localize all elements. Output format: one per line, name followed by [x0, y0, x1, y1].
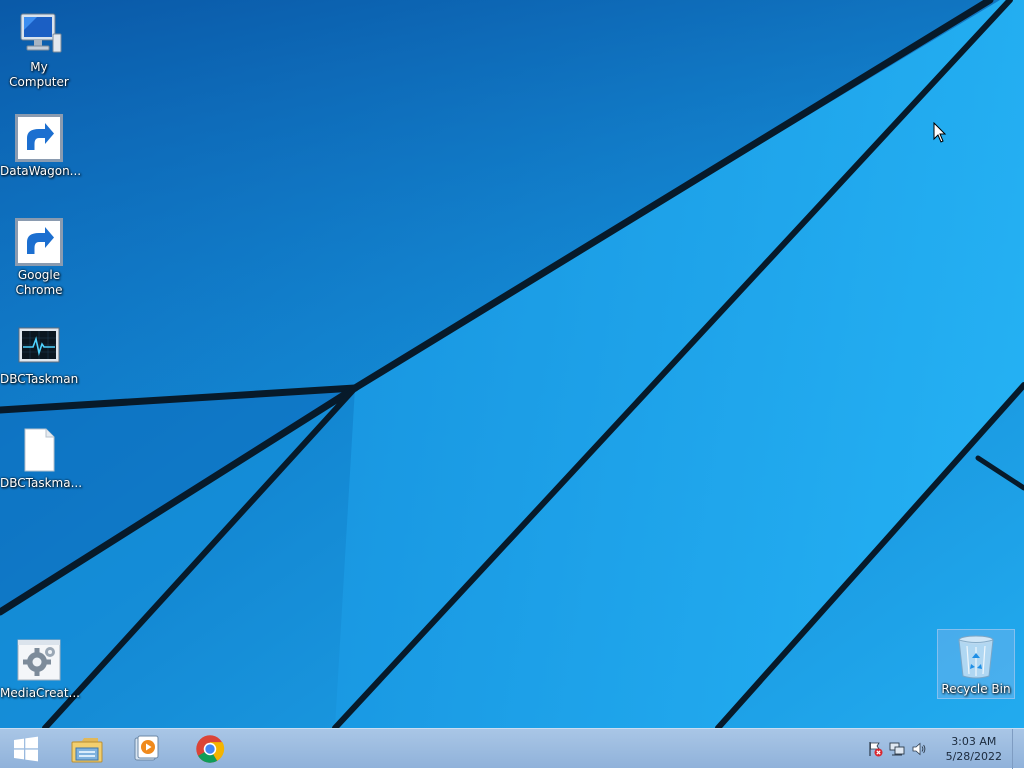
taskbar: 3:03 AM 5/28/2022 — [0, 728, 1024, 769]
folder-icon — [71, 738, 103, 763]
action-center-flag-icon[interactable] — [867, 741, 883, 757]
taskbar-clock[interactable]: 3:03 AM 5/28/2022 — [946, 734, 1002, 764]
shortcut-arrow-icon — [15, 218, 63, 266]
windows-logo-icon — [14, 736, 38, 762]
blank-file-icon — [24, 428, 55, 472]
desktop-icon-google-chrome[interactable]: Google Chrome — [0, 212, 78, 298]
taskbar-media-player-button[interactable] — [120, 731, 174, 767]
settings-gear-icon — [17, 639, 61, 681]
chrome-icon — [196, 735, 225, 763]
start-button[interactable] — [0, 731, 52, 767]
desktop-icon-label: My Computer — [9, 60, 69, 89]
desktop-icon-recycle-bin[interactable]: Recycle Bin — [937, 629, 1015, 699]
monitor-pulse-icon — [18, 327, 60, 363]
desktop-icon-label: MediaCreat... — [0, 686, 80, 700]
desktop[interactable]: My Computer DataWagon... Google Chrome D… — [0, 0, 1024, 728]
recycle-bin-icon — [958, 635, 994, 679]
desktop-icon-label: DBCTaskman — [0, 372, 79, 386]
desktop-icon-my-computer[interactable]: My Computer — [0, 4, 78, 90]
shortcut-arrow-icon — [15, 114, 63, 162]
desktop-icon-dbctaskman-file[interactable]: DBCTaskma... — [0, 420, 83, 491]
computer-icon — [20, 13, 62, 53]
system-tray: 3:03 AM 5/28/2022 — [864, 729, 1008, 769]
show-desktop-button[interactable] — [1012, 729, 1024, 769]
taskbar-chrome-button[interactable] — [183, 731, 237, 767]
taskbar-file-explorer-button[interactable] — [60, 731, 114, 767]
clock-date: 5/28/2022 — [945, 750, 1002, 763]
media-player-icon — [134, 735, 159, 761]
desktop-icon-label: Google Chrome — [15, 268, 63, 297]
desktop-icon-datawagon[interactable]: DataWagon... — [0, 108, 82, 179]
desktop-icon-label: DBCTaskma... — [0, 476, 83, 490]
desktop-icon-mediacreation[interactable]: MediaCreat... — [0, 630, 80, 701]
wallpaper — [0, 0, 1024, 728]
desktop-icon-dbctaskman[interactable]: DBCTaskman — [0, 316, 78, 387]
clock-time: 3:03 AM — [951, 735, 997, 748]
network-icon[interactable] — [889, 741, 905, 757]
mouse-cursor-icon — [933, 122, 947, 143]
volume-icon[interactable] — [911, 741, 927, 757]
desktop-icon-label: DataWagon... — [0, 164, 82, 178]
desktop-icon-label: Recycle Bin — [941, 682, 1011, 696]
